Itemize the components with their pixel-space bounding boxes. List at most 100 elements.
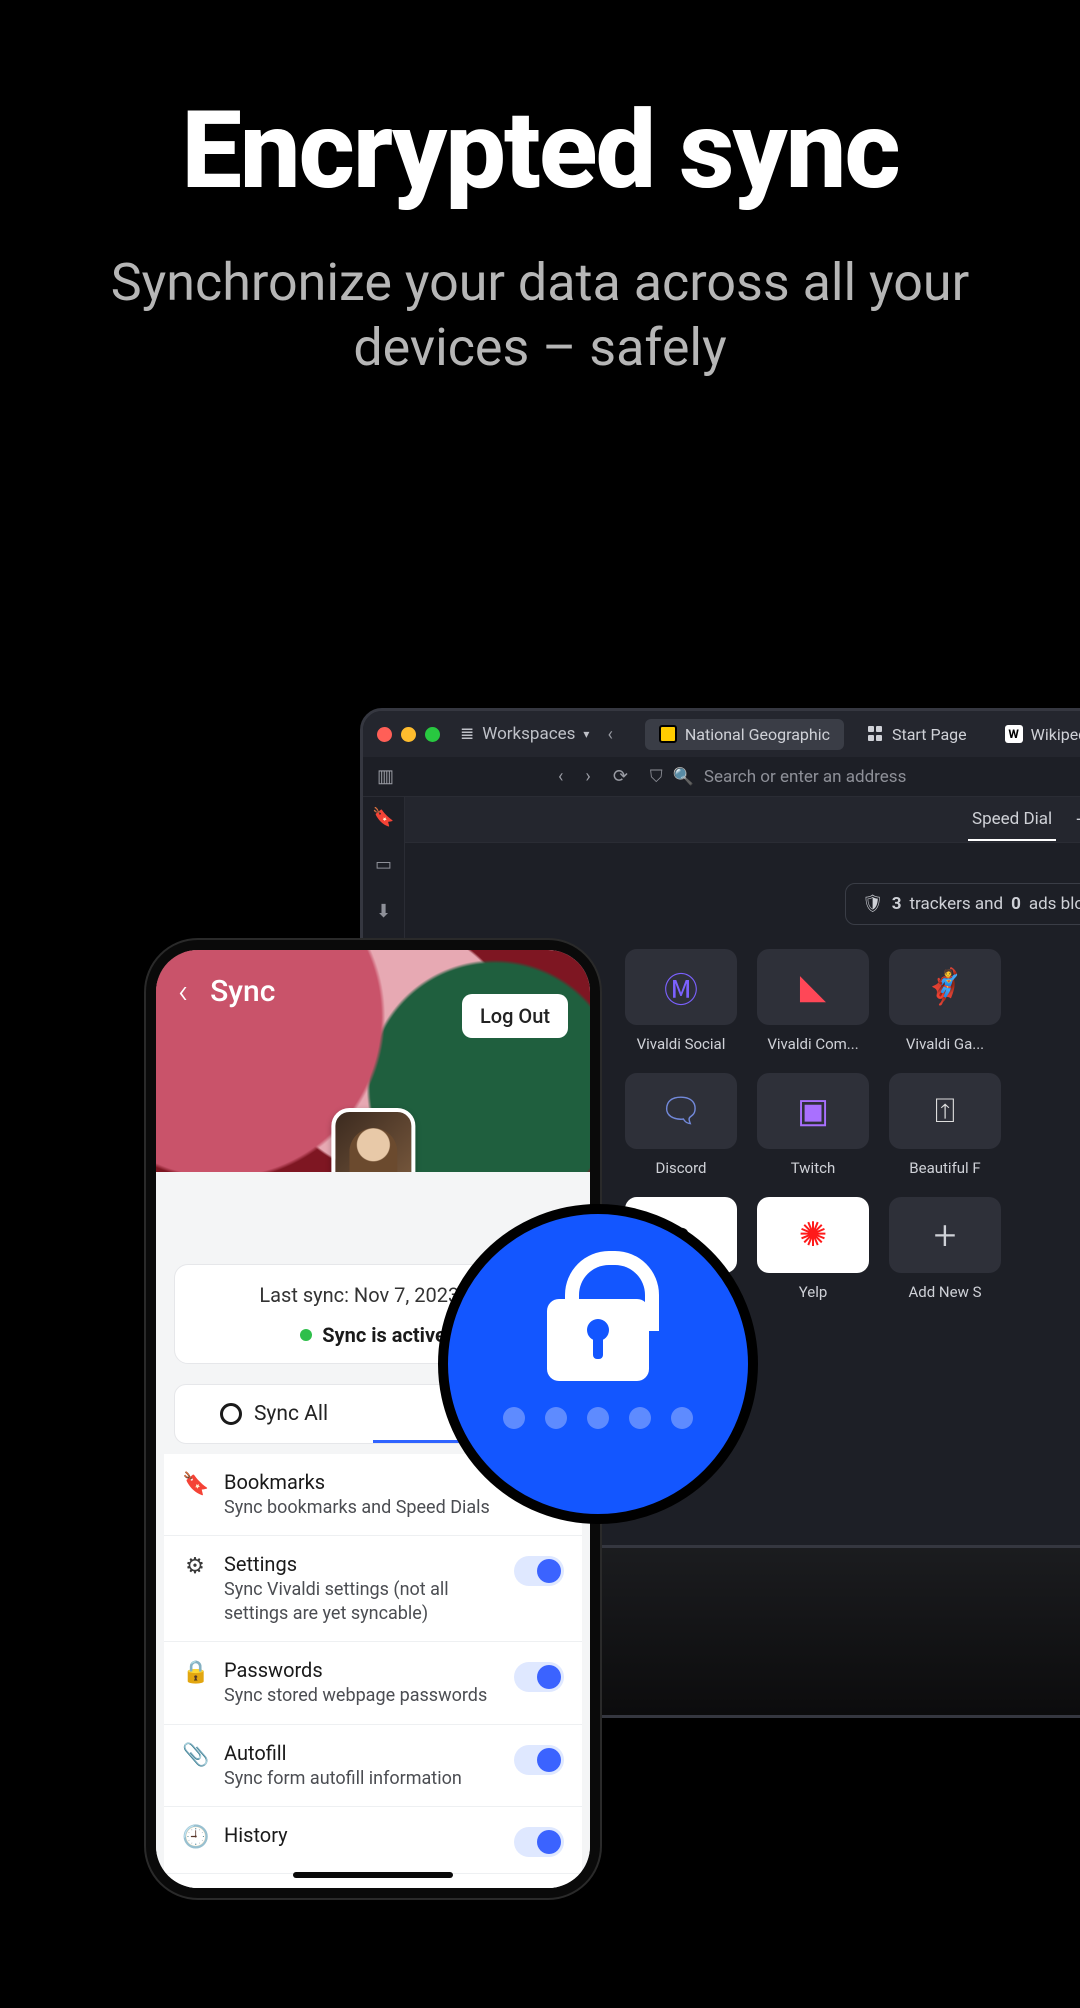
ads-text: ads blocked	[1029, 894, 1080, 914]
segment-label: Sync All	[254, 1402, 328, 1426]
tab-label: Start Page	[892, 725, 967, 744]
speed-dial-beautiful[interactable]: ⍐ Beautiful F	[889, 1073, 1001, 1177]
logout-button[interactable]: Log Out	[462, 994, 568, 1038]
speed-dial-label: Add New S	[889, 1283, 1001, 1301]
encryption-badge	[438, 1204, 758, 1524]
natgeo-icon	[659, 725, 677, 743]
tab-wikipedia[interactable]: W Wikiped	[991, 719, 1080, 750]
row-title: Passwords	[224, 1658, 498, 1682]
row-title: Autofill	[224, 1741, 498, 1765]
status-dot-icon	[300, 1329, 312, 1341]
sync-active-badge: Sync is active	[300, 1323, 446, 1347]
toggle-passwords[interactable]	[514, 1662, 564, 1692]
clock-icon: 🕘	[182, 1825, 208, 1850]
lock-icon	[547, 1299, 649, 1381]
window-titlebar: ≣ Workspaces ▾ ‹ National Geographic Sta…	[363, 711, 1080, 757]
speed-dial-add-new[interactable]: + Add New S	[889, 1197, 1001, 1301]
startpage-icon	[868, 726, 884, 742]
hero-subtitle: Synchronize your data across all your de…	[0, 250, 1080, 380]
traffic-lights[interactable]	[377, 727, 440, 742]
plus-icon: +	[934, 1212, 957, 1259]
toggle-history[interactable]	[514, 1827, 564, 1857]
address-placeholder: Search or enter an address	[704, 767, 907, 787]
page-title: Sync	[210, 974, 275, 1009]
speed-dial-label: Vivaldi Com...	[757, 1035, 869, 1053]
trackers-count: 3	[892, 894, 902, 914]
speed-dial-label: Vivaldi Ga...	[889, 1035, 1001, 1053]
shield-icon: 🛡	[862, 894, 884, 914]
workspaces-label: Workspaces	[482, 724, 575, 744]
sync-row-settings[interactable]: ⚙ Settings Sync Vivaldi settings (not al…	[164, 1535, 582, 1641]
tab-strip: National Geographic Start Page W Wikiped	[645, 719, 1080, 750]
paperclip-icon: 📎	[182, 1743, 208, 1768]
site-icon: ⍐	[935, 1091, 955, 1131]
sync-row-autofill[interactable]: 📎 Autofill Sync form autofill informatio…	[164, 1724, 582, 1806]
sync-options-list: 🔖 Bookmarks Sync bookmarks and Speed Dia…	[164, 1454, 582, 1898]
shield-icon: ⛉	[650, 767, 663, 787]
browser-toolbar: ▥ ‹ › ⟳ ⛉ 🔍 Search or enter an address	[363, 757, 1080, 797]
password-dots-icon	[503, 1407, 693, 1429]
speed-dial-discord[interactable]: 🗨 Discord	[625, 1073, 737, 1177]
chevron-down-icon: ▾	[583, 727, 589, 741]
speed-dial-vivaldi-game[interactable]: 🦸 Vivaldi Ga...	[889, 949, 1001, 1053]
sync-active-text: Sync is active	[322, 1323, 446, 1347]
twitch-icon: ▣	[797, 1091, 829, 1131]
bookmarks-panel-icon[interactable]: 🔖	[372, 807, 394, 828]
panel-toggle-icon[interactable]: ▥	[377, 766, 394, 787]
toggle-reading-list[interactable]	[514, 1894, 564, 1898]
discord-icon: 🗨	[659, 1091, 702, 1131]
home-indicator	[293, 1872, 453, 1878]
back-icon[interactable]: ‹	[558, 766, 563, 787]
ads-count: 0	[1011, 894, 1021, 914]
workspaces-menu[interactable]: ≣ Workspaces ▾	[460, 724, 589, 744]
sync-row-history[interactable]: 🕘 History	[164, 1806, 582, 1873]
tab-label: Wikiped	[1031, 725, 1080, 744]
search-icon: 🔍	[673, 767, 694, 787]
radio-unselected-icon	[220, 1403, 242, 1425]
row-title: History	[224, 1823, 498, 1847]
speed-dial-tab[interactable]: Speed Dial	[968, 799, 1056, 841]
bookmark-icon: 🔖	[182, 1472, 208, 1497]
speed-dial-vivaldi-social[interactable]: Ⓜ Vivaldi Social	[625, 949, 737, 1053]
prev-tabgroup-icon[interactable]: ‹	[607, 724, 612, 745]
tab-label: National Geographic	[685, 725, 830, 744]
row-title: Settings	[224, 1552, 498, 1576]
maximize-window-icon[interactable]	[425, 727, 440, 742]
segment-sync-all[interactable]: Sync All	[175, 1402, 373, 1426]
speed-dial-yelp[interactable]: ✺ Yelp	[757, 1197, 869, 1301]
minimize-window-icon[interactable]	[401, 727, 416, 742]
speed-dial-vivaldi-community[interactable]: ◣ Vivaldi Com...	[757, 949, 869, 1053]
address-bar[interactable]: ⛉ 🔍 Search or enter an address	[650, 767, 1080, 787]
startpage-tabs: Speed Dial + 🔖	[405, 797, 1080, 843]
speed-dial-label: Discord	[625, 1159, 737, 1177]
row-desc: Sync form autofill information	[224, 1767, 498, 1790]
layers-icon: ≣	[460, 724, 474, 744]
reading-list-icon: ▭	[182, 1892, 208, 1898]
tracker-text: trackers and	[910, 894, 1004, 914]
close-window-icon[interactable]	[377, 727, 392, 742]
toggle-settings[interactable]	[514, 1556, 564, 1586]
reload-icon[interactable]: ⟳	[613, 766, 628, 787]
toggle-autofill[interactable]	[514, 1745, 564, 1775]
speed-dial-label: Beautiful F	[889, 1159, 1001, 1177]
game-icon: 🦸	[924, 967, 966, 1007]
row-desc: Sync Vivaldi settings (not all settings …	[224, 1578, 498, 1625]
tracker-blocked-pill[interactable]: 🛡 3 trackers and 0 ads blocked	[845, 883, 1080, 925]
mastodon-icon: Ⓜ	[664, 963, 698, 1012]
back-icon[interactable]: ‹	[178, 975, 188, 1009]
downloads-panel-icon[interactable]: ⬇	[376, 901, 391, 922]
wikipedia-icon: W	[1005, 725, 1023, 743]
reading-list-panel-icon[interactable]: ▭	[375, 854, 392, 875]
yelp-icon: ✺	[799, 1215, 828, 1255]
speed-dial-label: Vivaldi Social	[625, 1035, 737, 1053]
add-speed-dial-group-icon[interactable]: +	[1076, 810, 1080, 830]
tab-national-geographic[interactable]: National Geographic	[645, 719, 844, 750]
gear-icon: ⚙	[182, 1554, 208, 1579]
hero-title: Encrypted sync	[0, 88, 1080, 214]
lock-icon: 🔒	[182, 1660, 208, 1685]
sync-header: ‹ Sync Log Out browser-user	[156, 950, 590, 1172]
tab-start-page[interactable]: Start Page	[854, 719, 981, 750]
sync-row-passwords[interactable]: 🔒 Passwords Sync stored webpage password…	[164, 1641, 582, 1723]
forward-icon[interactable]: ›	[585, 766, 590, 787]
speed-dial-twitch[interactable]: ▣ Twitch	[757, 1073, 869, 1177]
